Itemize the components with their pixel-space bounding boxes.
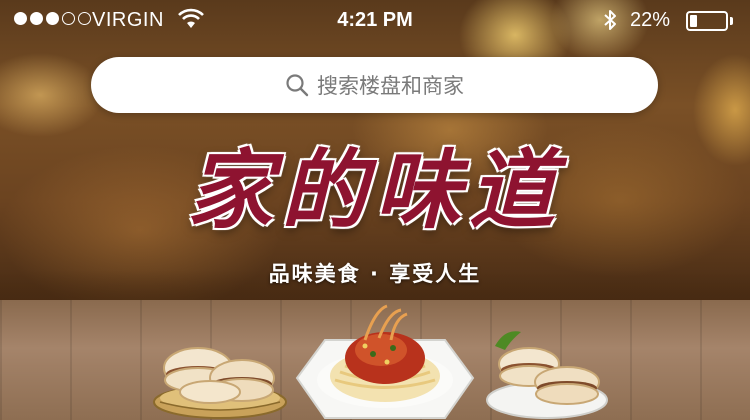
battery-percentage: 22% [630, 9, 671, 31]
noodle-plate-image [295, 304, 475, 419]
roujiamo-plate-image [486, 331, 608, 419]
status-bar: VIRGIN 4:21 PM 22% [0, 0, 750, 40]
banner-title: 家的味道 [187, 140, 563, 241]
battery-level [690, 15, 698, 27]
search-icon [286, 74, 309, 97]
search-placeholder: 搜索楼盘和商家 [317, 74, 464, 98]
banner-screen: VIRGIN 4:21 PM 22% 搜索楼盘和商家 家的味道 品味美食 · 享… [0, 0, 750, 420]
battery-terminal [730, 17, 733, 25]
bluetooth-icon [604, 10, 616, 30]
banner-tagline: 品味美食 · 享受人生 [268, 262, 482, 286]
roujiamo-basket-image [153, 347, 287, 419]
search-input[interactable]: 搜索楼盘和商家 [91, 57, 658, 113]
battery-icon [686, 11, 728, 31]
